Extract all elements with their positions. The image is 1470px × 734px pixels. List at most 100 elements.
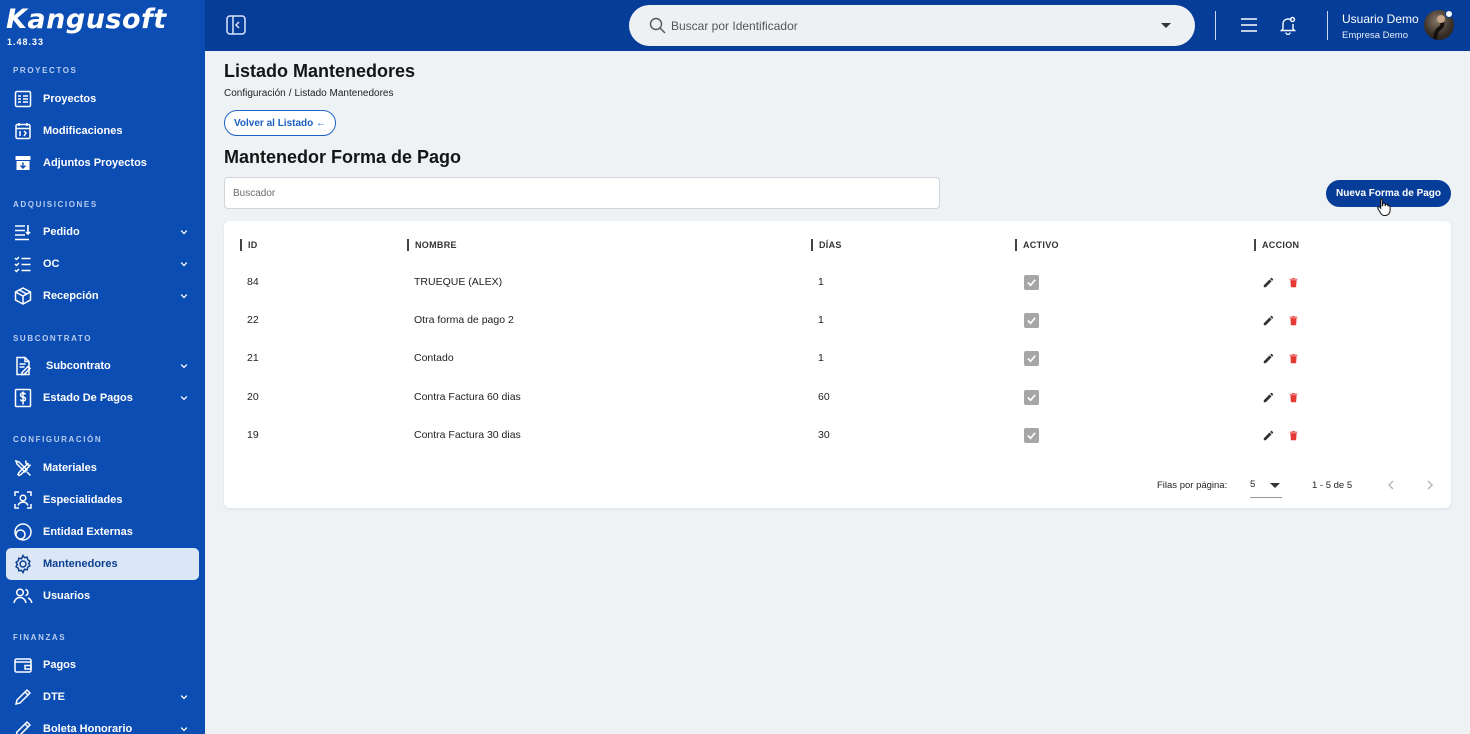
sidebar-item-dte[interactable]: DTE: [6, 682, 199, 712]
cell-id: 21: [247, 352, 259, 364]
app-version: 1.48.33: [7, 37, 45, 47]
rings-icon: [13, 522, 33, 542]
delete-icon[interactable]: [1286, 428, 1300, 442]
back-to-list-button[interactable]: Volver al Listado ←: [224, 110, 336, 136]
global-search[interactable]: [629, 5, 1195, 46]
sidebar-item-recepcion[interactable]: Recepción: [6, 281, 199, 311]
sidebar-item-especialidades[interactable]: Especialidades: [6, 485, 199, 515]
sidebar-item-pedido[interactable]: Pedido: [6, 217, 199, 247]
active-checkbox[interactable]: [1024, 350, 1039, 366]
sidebar-item-label: Entidad Externas: [43, 526, 133, 538]
column-divider: [240, 239, 242, 251]
column-header-label: NOMBRE: [415, 240, 457, 250]
search-icon: [649, 17, 666, 34]
sidebar-item-usuarios[interactable]: Usuarios: [6, 581, 199, 611]
sidebar-item-label: Subcontrato: [46, 360, 111, 372]
sidebar-item-materiales[interactable]: Materiales: [6, 453, 199, 483]
edit-icon[interactable]: [1261, 351, 1275, 365]
caret-down-icon[interactable]: [1161, 23, 1171, 28]
sidebar-toggle-icon[interactable]: [225, 14, 247, 36]
sidebar-item-label: Proyectos: [43, 93, 97, 105]
chevron-down-icon: [177, 690, 191, 704]
section-title-proyectos: PROYECTOS: [13, 66, 78, 75]
previous-page-icon[interactable]: [1384, 478, 1398, 492]
sidebar-item-label: Especialidades: [43, 494, 123, 506]
cell-activo: [1024, 378, 1039, 416]
delete-icon[interactable]: [1286, 313, 1300, 327]
column-header-id[interactable]: ID: [240, 239, 258, 251]
cell-id: 22: [247, 314, 259, 326]
sidebar-item-modificaciones[interactable]: Modificaciones: [6, 116, 199, 146]
section-title-adquisiciones: ADQUISICIONES: [13, 200, 98, 209]
active-checkbox[interactable]: [1024, 389, 1039, 405]
cell-actions: [1261, 416, 1300, 454]
pencil-icon: [13, 687, 33, 707]
cell-activo: [1024, 339, 1039, 377]
sidebar-item-boleta-honorario[interactable]: Boleta Honorario: [6, 714, 199, 734]
delete-icon[interactable]: [1286, 351, 1300, 365]
sidebar-item-label: DTE: [43, 691, 65, 703]
column-header-label: ACCION: [1262, 240, 1300, 250]
active-checkbox[interactable]: [1024, 427, 1039, 443]
breadcrumb-item-current: Listado Mantenedores: [294, 88, 394, 99]
active-checkbox[interactable]: [1024, 274, 1039, 290]
chevron-down-icon: [177, 225, 191, 239]
sidebar-item-oc[interactable]: OC: [6, 249, 199, 279]
gear-icon: [13, 554, 33, 574]
user-name[interactable]: Usuario Demo: [1342, 12, 1419, 26]
sidebar-item-label: Materiales: [43, 462, 97, 474]
table-search-input[interactable]: [224, 177, 940, 209]
column-divider: [1254, 239, 1256, 251]
archive-download-icon: [13, 153, 33, 173]
edit-icon[interactable]: [1261, 390, 1275, 404]
brand-logo: Kangusoft: [6, 4, 167, 35]
sidebar-item-label: Recepción: [43, 290, 99, 302]
edit-icon[interactable]: [1261, 313, 1275, 327]
cell-dias: 1: [818, 276, 824, 288]
menu-icon[interactable]: [1239, 15, 1259, 35]
sidebar-item-adjuntos-proyectos[interactable]: Adjuntos Proyectos: [6, 148, 199, 178]
table-row: 84 TRUEQUE (ALEX) 1: [224, 263, 1451, 301]
cell-actions: [1261, 301, 1300, 339]
delete-icon[interactable]: [1286, 390, 1300, 404]
next-page-icon[interactable]: [1423, 478, 1437, 492]
wallet-icon: [13, 655, 33, 675]
global-search-input[interactable]: [671, 18, 1161, 33]
column-header-activo[interactable]: ACTIVO: [1015, 239, 1059, 251]
bell-icon[interactable]: [1278, 15, 1298, 36]
users-icon: [13, 586, 33, 606]
online-status-icon: [1445, 10, 1453, 18]
company-name: Empresa Demo: [1342, 30, 1408, 41]
section-title-finanzas: FINANZAS: [13, 633, 67, 642]
edit-icon[interactable]: [1261, 428, 1275, 442]
document-edit-icon: [13, 356, 33, 376]
table-row: 22 Otra forma de pago 2 1: [224, 301, 1451, 339]
cell-id: 84: [247, 276, 259, 288]
rows-per-page-label: Filas por página:: [1157, 480, 1228, 491]
edit-icon[interactable]: [1261, 275, 1275, 289]
active-checkbox[interactable]: [1024, 312, 1039, 328]
sidebar-item-estado-de-pagos[interactable]: Estado De Pagos: [6, 383, 199, 413]
cell-dias: 1: [818, 352, 824, 364]
sidebar-item-mantenedores[interactable]: Mantenedores: [6, 548, 199, 580]
sidebar-item-label: Estado De Pagos: [43, 392, 133, 404]
column-header-dias[interactable]: DÍAS: [811, 239, 842, 251]
sidebar-item-subcontrato[interactable]: Subcontrato: [6, 351, 199, 381]
cell-dias: 1: [818, 314, 824, 326]
breadcrumb-item-configuracion[interactable]: Configuración: [224, 88, 286, 99]
cell-nombre: TRUEQUE (ALEX): [414, 276, 503, 288]
project-list-icon: [13, 89, 33, 109]
column-header-nombre[interactable]: NOMBRE: [407, 239, 457, 251]
breadcrumb-separator: /: [288, 88, 292, 99]
table-row: 20 Contra Factura 60 dias 60: [224, 378, 1451, 416]
sidebar-item-entidad-externas[interactable]: Entidad Externas: [6, 517, 199, 547]
sidebar-item-proyectos[interactable]: Proyectos: [6, 84, 199, 114]
delete-icon[interactable]: [1286, 275, 1300, 289]
rows-per-page-select[interactable]: 5: [1250, 476, 1282, 498]
sidebar-item-label: Modificaciones: [43, 125, 123, 137]
rows-per-page-value: 5: [1250, 479, 1256, 490]
sidebar-item-pagos[interactable]: Pagos: [6, 650, 199, 680]
hand-cursor-icon: [1376, 197, 1392, 216]
column-divider: [407, 239, 409, 251]
header-divider: [1327, 11, 1328, 40]
